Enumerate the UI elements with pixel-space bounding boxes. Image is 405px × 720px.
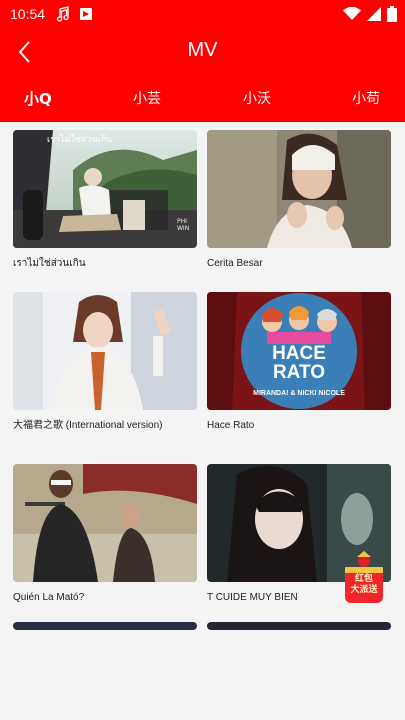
page-title: MV <box>187 39 218 61</box>
mv-caption: Quién La Mató? <box>13 592 85 603</box>
mv-card[interactable]: Cerita Besar <box>207 130 391 270</box>
tab-xiao-gou[interactable]: 小苟 <box>352 88 380 108</box>
mv-thumbnail[interactable] <box>207 622 391 630</box>
red-packet-text: 红包 大派送 <box>350 574 378 595</box>
mv-card[interactable]: เราไม่ใช่ส่วนเกิน PHI WIN เราไม่ใช่ส่วนเ… <box>13 130 197 270</box>
signal-icon <box>367 7 381 21</box>
mv-thumbnail[interactable]: เราไม่ใช่ส่วนเกิน PHI WIN <box>13 130 197 248</box>
mv-card[interactable]: 大福君之歌 (International version) <box>13 292 197 432</box>
app-bar: MV <box>0 28 405 76</box>
music-note-icon <box>56 6 69 22</box>
mv-thumbnail[interactable] <box>13 464 197 582</box>
mv-caption: Cerita Besar <box>207 258 263 269</box>
hace-rato-artists-text: MIRANDA! & NICKI NICOLE <box>253 390 345 397</box>
mv-card[interactable]: Quién La Mató? <box>13 464 197 604</box>
mv-grid: เราไม่ใช่ส่วนเกิน PHI WIN เราไม่ใช่ส่วนเ… <box>0 122 405 720</box>
mv-caption: 大福君之歌 (International version) <box>13 420 163 431</box>
wifi-icon <box>343 7 361 20</box>
tab-xiao-q[interactable]: 小Q <box>24 88 52 109</box>
status-time: 10:54 <box>10 6 46 22</box>
mv-card[interactable] <box>13 622 197 630</box>
mv-thumbnail[interactable] <box>13 292 197 410</box>
status-bar: 10:54 <box>0 0 405 28</box>
mv-caption: เราไม่ใช่ส่วนเกิน <box>13 258 86 269</box>
mv-caption: Hace Rato <box>207 420 255 431</box>
tab-xiao-wo[interactable]: 小沃 <box>243 88 271 108</box>
battery-icon <box>387 6 397 22</box>
mv-thumbnail[interactable] <box>13 622 197 630</box>
red-packet-badge[interactable]: 红包 大派送 <box>343 551 385 607</box>
mv-thumbnail[interactable] <box>207 130 391 248</box>
mv-card[interactable] <box>207 622 391 630</box>
thumb-phi-win-text: PHI WIN <box>177 218 190 232</box>
hace-rato-logo-text: HACE RATO <box>272 343 326 383</box>
thumb-title-text: เราไม่ใช่ส่วนเกิน <box>47 135 113 145</box>
mv-card[interactable]: HACE RATO MIRANDA! & NICKI NICOLE Hace R… <box>207 292 391 432</box>
tab-xiao-yun[interactable]: 小芸 <box>133 88 161 108</box>
tab-bar: 小Q 小芸 小沃 小苟 <box>0 76 405 122</box>
media-notification-icon <box>80 8 93 20</box>
mv-thumbnail[interactable]: HACE RATO MIRANDA! & NICKI NICOLE <box>207 292 391 410</box>
